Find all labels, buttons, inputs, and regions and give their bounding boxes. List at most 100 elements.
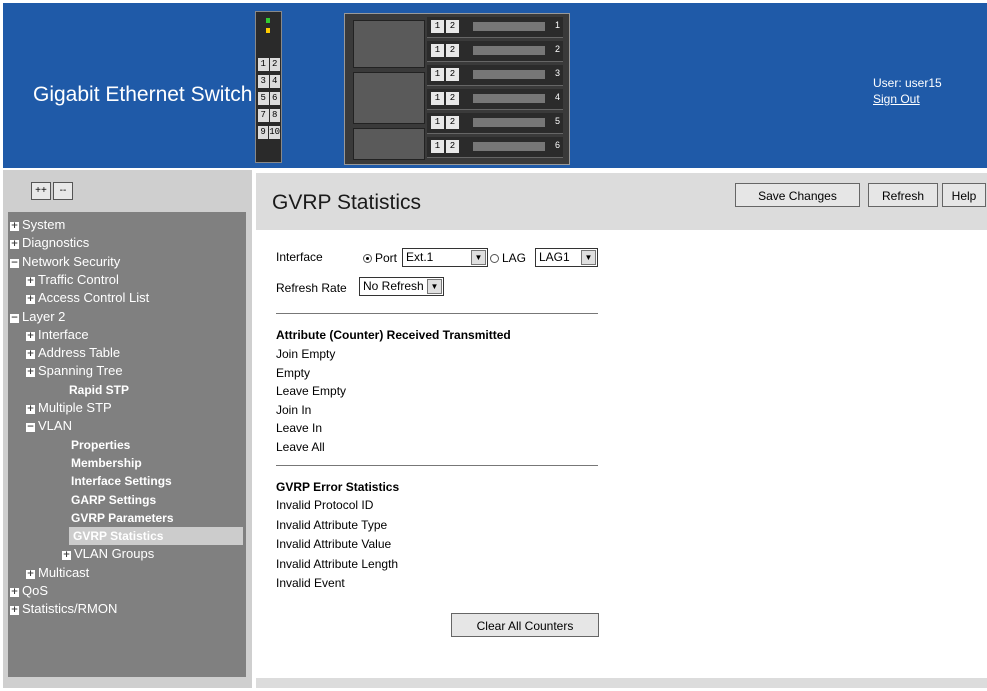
expand-icon[interactable]: + bbox=[26, 331, 35, 341]
switch-image-small: 12 34 56 78 9 10 bbox=[255, 11, 282, 163]
expand-icon[interactable]: + bbox=[26, 276, 35, 286]
port-select[interactable]: Ext.1 ▼ bbox=[402, 248, 488, 267]
expand-icon[interactable]: + bbox=[26, 295, 35, 305]
nav-item-interface-settings[interactable]: Interface Settings bbox=[71, 472, 172, 490]
content-footer bbox=[256, 678, 987, 688]
nav-item-vlan-groups[interactable]: + VLAN Groups bbox=[62, 545, 154, 563]
app-title: Gigabit Ethernet Switch bbox=[33, 83, 253, 106]
nav-item-label: Multicast bbox=[38, 564, 90, 580]
refresh-button[interactable]: Refresh bbox=[868, 183, 938, 207]
blade-slot: 126 bbox=[427, 137, 563, 158]
save-changes-button[interactable]: Save Changes bbox=[735, 183, 860, 207]
nav-item-label: Statistics/RMON bbox=[22, 601, 118, 617]
nav-item-label: VLAN Groups bbox=[74, 546, 155, 562]
header-banner: Gigabit Ethernet Switch 12 34 56 78 9 10 … bbox=[3, 3, 987, 168]
port-pair: 9 10 bbox=[258, 126, 280, 139]
server-grid bbox=[353, 128, 425, 160]
refresh-rate-select[interactable]: No Refresh ▼ bbox=[359, 277, 444, 296]
port-pair: 34 bbox=[258, 75, 280, 88]
content-header: GVRP Statistics Save Changes Refresh Hel… bbox=[256, 173, 987, 230]
port-radio[interactable] bbox=[363, 254, 372, 263]
refresh-rate-label: Refresh Rate bbox=[276, 281, 347, 295]
nav-item-label: Access Control List bbox=[38, 290, 150, 306]
nav-item-properties[interactable]: Properties bbox=[71, 436, 130, 454]
attribute-row: Join In bbox=[276, 402, 312, 417]
blade-slot: 122 bbox=[427, 41, 563, 62]
nav-item-traffic-control[interactable]: + Traffic Control bbox=[26, 271, 119, 289]
nav-item-multiple-stp[interactable]: + Multiple STP bbox=[26, 399, 112, 417]
clear-all-counters-button[interactable]: Clear All Counters bbox=[451, 613, 599, 637]
sign-out-link[interactable]: Sign Out bbox=[873, 92, 920, 106]
nav-item-membership[interactable]: Membership bbox=[71, 454, 142, 472]
attribute-row: Leave Empty bbox=[276, 384, 347, 398]
expand-icon[interactable]: + bbox=[26, 405, 35, 414]
server-grid bbox=[353, 72, 425, 124]
error-statistics-header: GVRP Error Statistics bbox=[276, 480, 400, 494]
nav-item-label: Network Security bbox=[22, 253, 121, 269]
nav-item-gvrp-parameters[interactable]: GVRP Parameters bbox=[71, 509, 174, 527]
collapse-all-button[interactable]: -- bbox=[53, 182, 73, 200]
expand-icon[interactable]: + bbox=[62, 551, 71, 561]
divider bbox=[276, 465, 598, 466]
nav-item-statistics-rmon[interactable]: + Statistics/RMON bbox=[10, 600, 117, 618]
expand-icon[interactable]: + bbox=[10, 222, 19, 231]
blade-slot: 123 bbox=[427, 65, 563, 86]
nav-item-label: QoS bbox=[22, 583, 49, 598]
attribute-row: Leave In bbox=[276, 421, 323, 435]
refresh-rate-value: No Refresh bbox=[363, 279, 424, 293]
nav-item-interface[interactable]: + Interface bbox=[26, 326, 89, 344]
expand-all-button[interactable]: ++ bbox=[31, 182, 51, 200]
divider bbox=[276, 313, 598, 314]
expand-icon[interactable]: + bbox=[26, 350, 35, 360]
nav-item-label: Interface bbox=[38, 326, 89, 342]
port-label: Port bbox=[375, 251, 398, 265]
nav-item-spanning-tree[interactable]: + Spanning Tree bbox=[26, 362, 123, 380]
port-select-value: Ext.1 bbox=[406, 250, 434, 264]
port-pair: 56 bbox=[258, 92, 280, 105]
user-label: User: user15 bbox=[873, 76, 942, 90]
blade-slot: 121 bbox=[427, 17, 563, 38]
expand-icon[interactable]: + bbox=[26, 368, 35, 378]
error-stat-row: Invalid Attribute Value bbox=[276, 537, 392, 551]
blade-slot: 125 bbox=[427, 113, 563, 134]
content-area: Interface Port Ext.1 ▼ LAG LAG1 ▼ Refres… bbox=[261, 230, 987, 678]
collapse-icon[interactable]: − bbox=[10, 313, 19, 323]
server-grid bbox=[353, 20, 425, 68]
nav-item-label: Spanning Tree bbox=[38, 363, 123, 379]
led-icon bbox=[266, 28, 270, 33]
error-stat-row: Invalid Attribute Type bbox=[276, 517, 388, 532]
blade-slot: 124 bbox=[427, 89, 563, 110]
nav-item-access-control-list[interactable]: + Access Control List bbox=[26, 289, 149, 307]
expand-icon[interactable]: + bbox=[10, 240, 19, 250]
lag-radio[interactable] bbox=[490, 254, 499, 263]
nav-item-garp-settings[interactable]: GARP Settings bbox=[71, 491, 156, 509]
nav-item-gvrp-statistics[interactable]: GVRP Statistics bbox=[69, 527, 243, 546]
nav-item-rapid-stp[interactable]: Rapid STP bbox=[69, 381, 129, 399]
port-pair: 78 bbox=[258, 109, 280, 122]
expand-icon[interactable]: + bbox=[10, 606, 19, 616]
collapse-icon[interactable]: − bbox=[26, 423, 35, 433]
nav-item-vlan[interactable]: − VLAN bbox=[26, 417, 72, 435]
nav-item-qos[interactable]: + QoS bbox=[10, 582, 48, 600]
nav-item-multicast[interactable]: + Multicast bbox=[26, 564, 89, 582]
expand-icon[interactable]: + bbox=[26, 569, 35, 579]
nav-item-label: VLAN bbox=[38, 418, 72, 434]
nav-item-system[interactable]: + System bbox=[10, 216, 65, 234]
error-stat-row: Invalid Protocol ID bbox=[276, 498, 374, 512]
nav-item-diagnostics[interactable]: + Diagnostics bbox=[10, 234, 89, 252]
collapse-icon[interactable]: − bbox=[10, 258, 19, 268]
interface-label: Interface bbox=[276, 250, 323, 264]
lag-select-value: LAG1 bbox=[539, 250, 570, 264]
nav-item-label: Traffic Control bbox=[38, 271, 119, 287]
nav-item-network-security[interactable]: − Network Security bbox=[10, 253, 120, 271]
expand-icon[interactable]: + bbox=[10, 588, 19, 597]
user-info: User: user15 Sign Out bbox=[873, 75, 942, 107]
page-title: GVRP Statistics bbox=[272, 191, 421, 214]
attribute-row: Empty bbox=[276, 365, 311, 380]
nav-item-layer-2[interactable]: − Layer 2 bbox=[10, 308, 65, 326]
lag-select[interactable]: LAG1 ▼ bbox=[535, 248, 598, 267]
led-icon bbox=[266, 18, 270, 23]
nav-item-address-table[interactable]: + Address Table bbox=[26, 344, 120, 362]
help-button[interactable]: Help bbox=[942, 183, 986, 207]
chevron-down-icon: ▼ bbox=[581, 250, 596, 265]
